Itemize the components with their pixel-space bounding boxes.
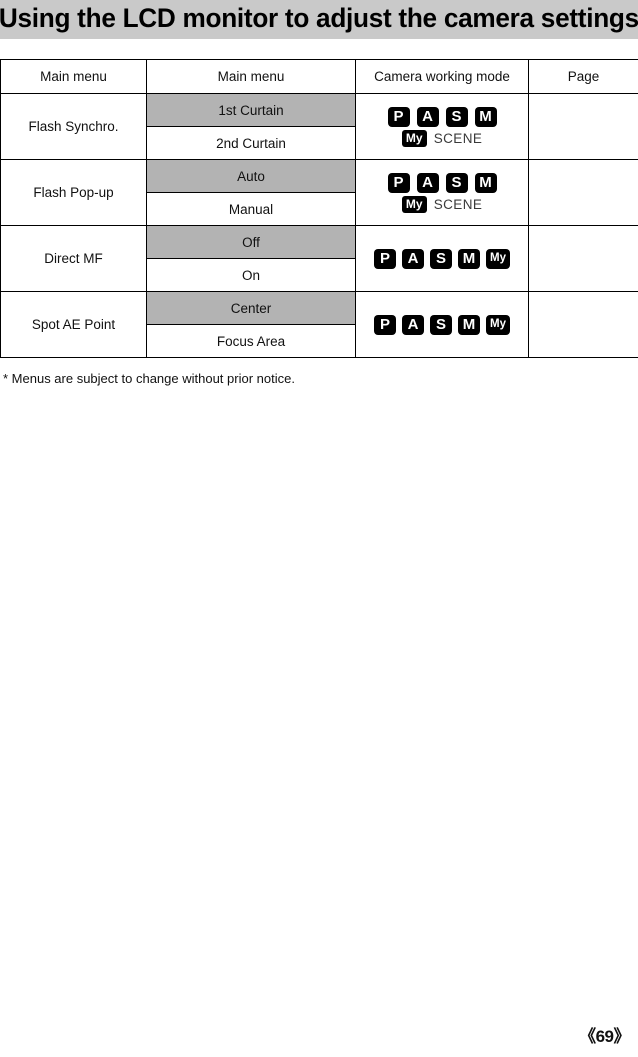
mode-stack: P A S M My SCENE <box>356 160 528 225</box>
mode-badge-p-icon: P <box>374 248 396 269</box>
camera-menu-table: Main menu Main menu Camera working mode … <box>0 59 638 358</box>
row-page-cell <box>528 93 638 160</box>
mode-stack: P A S M My <box>356 226 528 291</box>
page-title: Using the LCD monitor to adjust the came… <box>0 3 638 33</box>
row-main-menu-label: Direct MF <box>0 225 147 292</box>
mode-stack: P A S M My <box>356 292 528 357</box>
mode-badge-m-icon: M <box>458 248 480 269</box>
table-row: Spot AE Point Center P A S M My <box>0 291 638 358</box>
row-option-cell[interactable]: Center <box>146 291 356 325</box>
mode-badge-m-icon: M <box>474 172 497 193</box>
column-header-main-menu-2: Main menu <box>146 59 356 94</box>
row-camera-modes: P A S M My SCENE <box>355 93 529 160</box>
mode-badge-my-icon: My <box>401 195 427 213</box>
row-option-cell[interactable]: Auto <box>146 159 356 193</box>
mode-line-secondary: My SCENE <box>401 129 483 147</box>
mode-badge-a-icon: A <box>416 106 439 127</box>
mode-badge-m-icon: M <box>458 314 480 335</box>
table-header: Main menu Main menu Camera working mode … <box>0 59 638 94</box>
row-camera-modes: P A S M My <box>355 225 529 292</box>
row-main-menu-label: Flash Synchro. <box>0 93 147 160</box>
mode-badge-s-icon: S <box>445 106 468 127</box>
mode-badge-my-icon: My <box>401 129 427 147</box>
mode-badge-p-icon: P <box>387 106 410 127</box>
table-row: Direct MF Off P A S M My <box>0 225 638 292</box>
row-option-cell[interactable]: 2nd Curtain <box>146 126 356 160</box>
mode-label-scene: SCENE <box>433 196 483 212</box>
mode-badge-s-icon: S <box>430 314 452 335</box>
row-camera-modes: P A S M My <box>355 291 529 358</box>
mode-badge-s-icon: S <box>445 172 468 193</box>
column-header-main-menu-1: Main menu <box>0 59 147 94</box>
row-option-cell[interactable]: Manual <box>146 192 356 226</box>
table-body: Flash Synchro. 1st Curtain P A S M My SC… <box>0 93 638 358</box>
row-option-cell[interactable]: 1st Curtain <box>146 93 356 127</box>
mode-badge-a-icon: A <box>416 172 439 193</box>
row-main-menu-label: Flash Pop-up <box>0 159 147 226</box>
column-header-camera-working-mode: Camera working mode <box>355 59 529 94</box>
mode-badge-s-icon: S <box>430 248 452 269</box>
mode-badge-p-icon: P <box>374 314 396 335</box>
mode-badge-m-icon: M <box>474 106 497 127</box>
page-title-band: Using the LCD monitor to adjust the came… <box>0 0 638 39</box>
row-option-cell[interactable]: Off <box>146 225 356 259</box>
mode-label-scene: SCENE <box>433 130 483 146</box>
row-main-menu-label: Spot AE Point <box>0 291 147 358</box>
mode-line-primary: P A S M <box>387 106 497 127</box>
row-page-cell <box>528 225 638 292</box>
spec-table-container: Main menu Main menu Camera working mode … <box>0 59 638 358</box>
mode-line-secondary: My SCENE <box>401 195 483 213</box>
table-row: Flash Pop-up Auto P A S M My SCENE <box>0 159 638 226</box>
row-page-cell <box>528 291 638 358</box>
mode-badge-a-icon: A <box>402 314 424 335</box>
mode-stack: P A S M My SCENE <box>356 94 528 159</box>
mode-line-primary: P A S M My <box>374 248 510 269</box>
table-header-row: Main menu Main menu Camera working mode … <box>0 59 638 94</box>
row-option-cell[interactable]: On <box>146 258 356 292</box>
row-option-cell[interactable]: Focus Area <box>146 324 356 358</box>
row-page-cell <box>528 159 638 226</box>
table-row: Flash Synchro. 1st Curtain P A S M My SC… <box>0 93 638 160</box>
page-number: 《69》 <box>579 1027 630 1046</box>
row-camera-modes: P A S M My SCENE <box>355 159 529 226</box>
mode-badge-my-icon: My <box>486 314 510 335</box>
column-header-page: Page <box>528 59 638 94</box>
mode-line-primary: P A S M <box>387 172 497 193</box>
footnote-text: * Menus are subject to change without pr… <box>3 371 295 386</box>
mode-badge-p-icon: P <box>387 172 410 193</box>
mode-line-primary: P A S M My <box>374 314 510 335</box>
mode-badge-my-icon: My <box>486 248 510 269</box>
mode-badge-a-icon: A <box>402 248 424 269</box>
